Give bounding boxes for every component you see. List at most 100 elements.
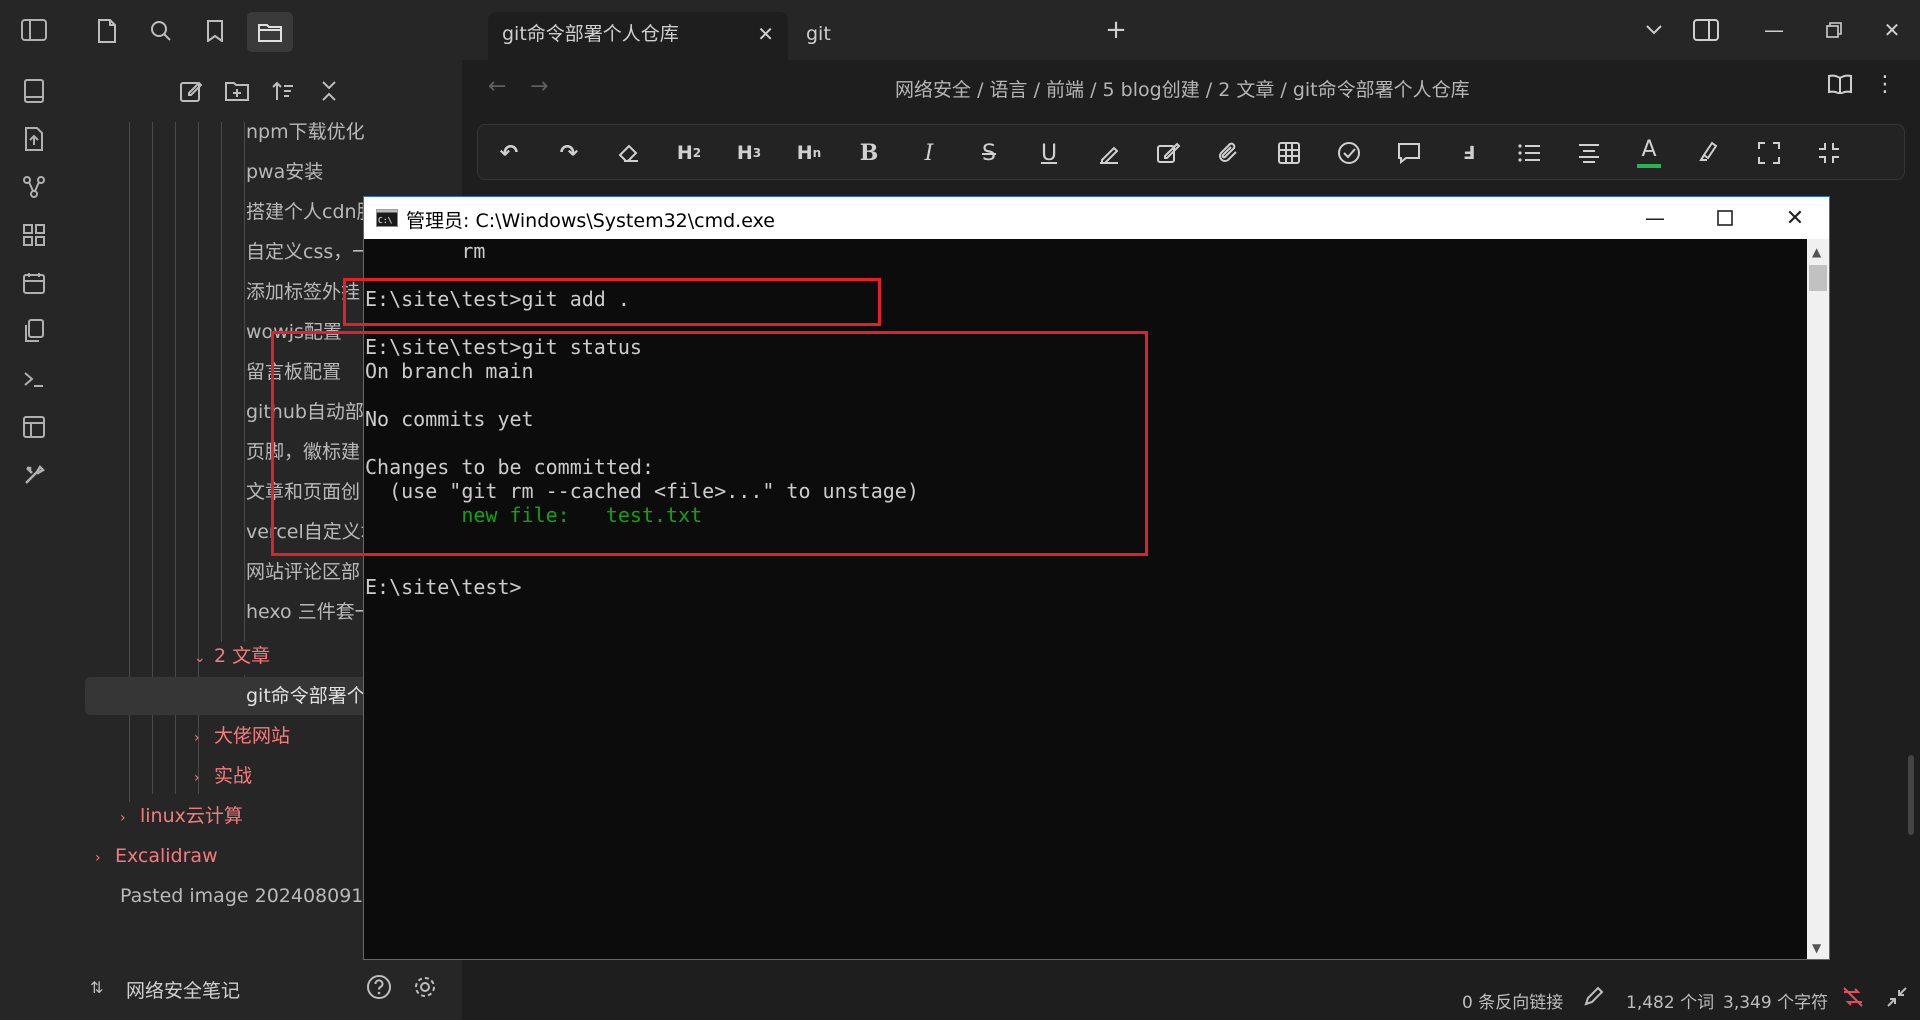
more-options-icon[interactable]: ⋮	[1874, 72, 1896, 97]
chevron-down-icon: ⌄	[194, 650, 206, 666]
close-tab-icon[interactable]: ✕	[757, 12, 774, 56]
list-item[interactable]: 网站评论区部	[246, 553, 360, 591]
svg-text:C:\: C:\	[378, 216, 393, 225]
highlight-pen-icon[interactable]	[1091, 135, 1127, 171]
tab-bar: git命令部署个人仓库 ✕ git + — ✕	[462, 0, 1920, 60]
font-color-icon[interactable]: A	[1631, 135, 1667, 171]
close-icon[interactable]: ✕	[1767, 201, 1823, 235]
annotation-box-git-status	[271, 331, 1148, 556]
folder-item-practice[interactable]: › 实战	[194, 757, 252, 795]
maximize-icon[interactable]	[1697, 201, 1753, 235]
folder-item-big-sites[interactable]: › 大佬网站	[194, 717, 290, 755]
check-circle-icon[interactable]	[1331, 135, 1367, 171]
bold-icon[interactable]: B	[851, 135, 887, 171]
status-bar: 0 条反向链接 1,482 个词 3,349 个字符	[1430, 980, 1920, 1020]
new-folder-icon[interactable]	[220, 74, 254, 108]
copy-icon[interactable]	[20, 317, 48, 345]
back-arrow-icon[interactable]: ←	[488, 74, 506, 99]
eraser-icon[interactable]	[611, 135, 647, 171]
folder-item-linux[interactable]: › linux云计算	[120, 797, 243, 835]
exit-fullscreen-icon[interactable]	[1811, 135, 1847, 171]
heading2-icon[interactable]: H2	[671, 135, 707, 171]
list-item[interactable]: npm下载优化	[246, 113, 365, 151]
chevron-down-icon[interactable]	[1634, 12, 1674, 48]
vault-footer: ⇅ 网络安全笔记	[68, 960, 462, 1020]
sync-error-icon[interactable]	[1842, 986, 1864, 1013]
heading3-icon[interactable]: H3	[731, 135, 767, 171]
dashboard-icon[interactable]	[20, 221, 48, 249]
table-icon[interactable]	[1271, 135, 1307, 171]
list-icon[interactable]	[1511, 135, 1547, 171]
list-item-active[interactable]: git命令部署个	[246, 677, 366, 715]
tools-icon[interactable]	[20, 461, 48, 489]
collapse-arrows-icon[interactable]	[1886, 986, 1908, 1013]
folder-item-excalidraw[interactable]: › Excalidraw	[95, 837, 218, 875]
settings-gear-icon[interactable]	[412, 974, 438, 1004]
text-format-icon[interactable]: Ⅎ	[1451, 135, 1487, 171]
editor-scrollbar[interactable]	[1908, 755, 1914, 835]
terminal-icon[interactable]	[20, 365, 48, 393]
file-upload-icon[interactable]	[20, 125, 48, 153]
undo-icon[interactable]: ↶	[491, 135, 527, 171]
file-icon[interactable]	[90, 14, 124, 48]
strikethrough-icon[interactable]: S	[971, 135, 1007, 171]
forward-arrow-icon[interactable]: →	[530, 74, 548, 99]
scroll-up-arrow-icon[interactable]: ▲	[1812, 245, 1821, 259]
cmd-title: 管理员: C:\Windows\System32\cmd.exe	[406, 210, 775, 232]
pencil-icon	[1584, 986, 1604, 1011]
tab-git-deploy[interactable]: git命令部署个人仓库 ✕	[488, 12, 788, 60]
layout-icon[interactable]	[20, 413, 48, 441]
right-sidebar-toggle-icon[interactable]	[1686, 12, 1726, 48]
help-icon[interactable]	[366, 974, 392, 1004]
bookmark-icon[interactable]	[198, 14, 232, 48]
reading-view-icon[interactable]	[1828, 74, 1852, 98]
terminal-prompt: E:\site\test>	[365, 575, 522, 599]
restore-icon[interactable]	[1814, 12, 1854, 48]
minimize-icon[interactable]: —	[1627, 201, 1683, 235]
minimize-icon[interactable]: —	[1754, 12, 1794, 48]
sidebar-toggle-icon[interactable]	[20, 16, 48, 44]
comment-icon[interactable]	[1391, 135, 1427, 171]
vault-switch-icon[interactable]: ⇅	[90, 978, 103, 997]
list-item[interactable]: Pasted image 2024080916...	[120, 877, 394, 915]
backlinks-count[interactable]: 0 条反向链接	[1462, 988, 1563, 1013]
scroll-down-arrow-icon[interactable]: ▼	[1812, 941, 1821, 955]
cmd-scrollbar[interactable]: ▲ ▼	[1807, 239, 1829, 959]
calendar-icon[interactable]	[20, 269, 48, 297]
sort-icon[interactable]	[266, 74, 300, 108]
new-tab-icon[interactable]: +	[1096, 12, 1136, 48]
breadcrumb: 网络安全 / 语言 / 前端 / 5 blog创建 / 2 文章 / git命令…	[895, 79, 1470, 101]
close-window-icon[interactable]: ✕	[1872, 12, 1912, 48]
scroll-thumb[interactable]	[1809, 265, 1827, 291]
notebook-icon[interactable]	[20, 77, 48, 105]
graph-view-icon[interactable]	[20, 173, 48, 201]
editing-toolbar: ↶ ↷ H2 H3 Hn B I S U Ⅎ A	[477, 124, 1905, 180]
tab-git[interactable]: git	[792, 12, 845, 60]
terminal-line: rm	[365, 239, 486, 263]
heading-menu-icon[interactable]: Hn	[791, 135, 827, 171]
align-center-icon[interactable]	[1571, 135, 1607, 171]
list-item[interactable]: hexo 三件套一	[246, 593, 374, 631]
redo-icon[interactable]: ↷	[551, 135, 587, 171]
word-count: 1,482 个词	[1626, 993, 1715, 1013]
annotation-box-git-add	[343, 278, 881, 326]
list-item[interactable]: 搭建个人cdn服	[246, 193, 376, 231]
collapse-all-icon[interactable]	[312, 74, 346, 108]
attachment-icon[interactable]	[1211, 135, 1247, 171]
folder-item-articles[interactable]: ⌄ 2 文章	[194, 637, 270, 675]
chevron-right-icon: ›	[194, 730, 200, 746]
folder-icon[interactable]	[247, 12, 293, 52]
list-item[interactable]: 自定义css，一	[246, 233, 371, 271]
new-note-icon[interactable]	[174, 74, 208, 108]
chevron-right-icon: ›	[95, 850, 101, 866]
left-ribbon	[0, 0, 69, 1020]
list-item[interactable]: pwa安装	[246, 153, 323, 191]
cmd-titlebar[interactable]: C:\ 管理员: C:\Windows\System32\cmd.exe — ✕	[364, 197, 1829, 239]
highlighter-icon[interactable]	[1691, 135, 1727, 171]
fullscreen-icon[interactable]	[1751, 135, 1787, 171]
vault-name[interactable]: 网络安全笔记	[126, 976, 240, 1003]
edit-icon[interactable]	[1151, 135, 1187, 171]
italic-icon[interactable]: I	[911, 135, 947, 171]
search-icon[interactable]	[144, 14, 178, 48]
underline-icon[interactable]: U	[1031, 135, 1067, 171]
